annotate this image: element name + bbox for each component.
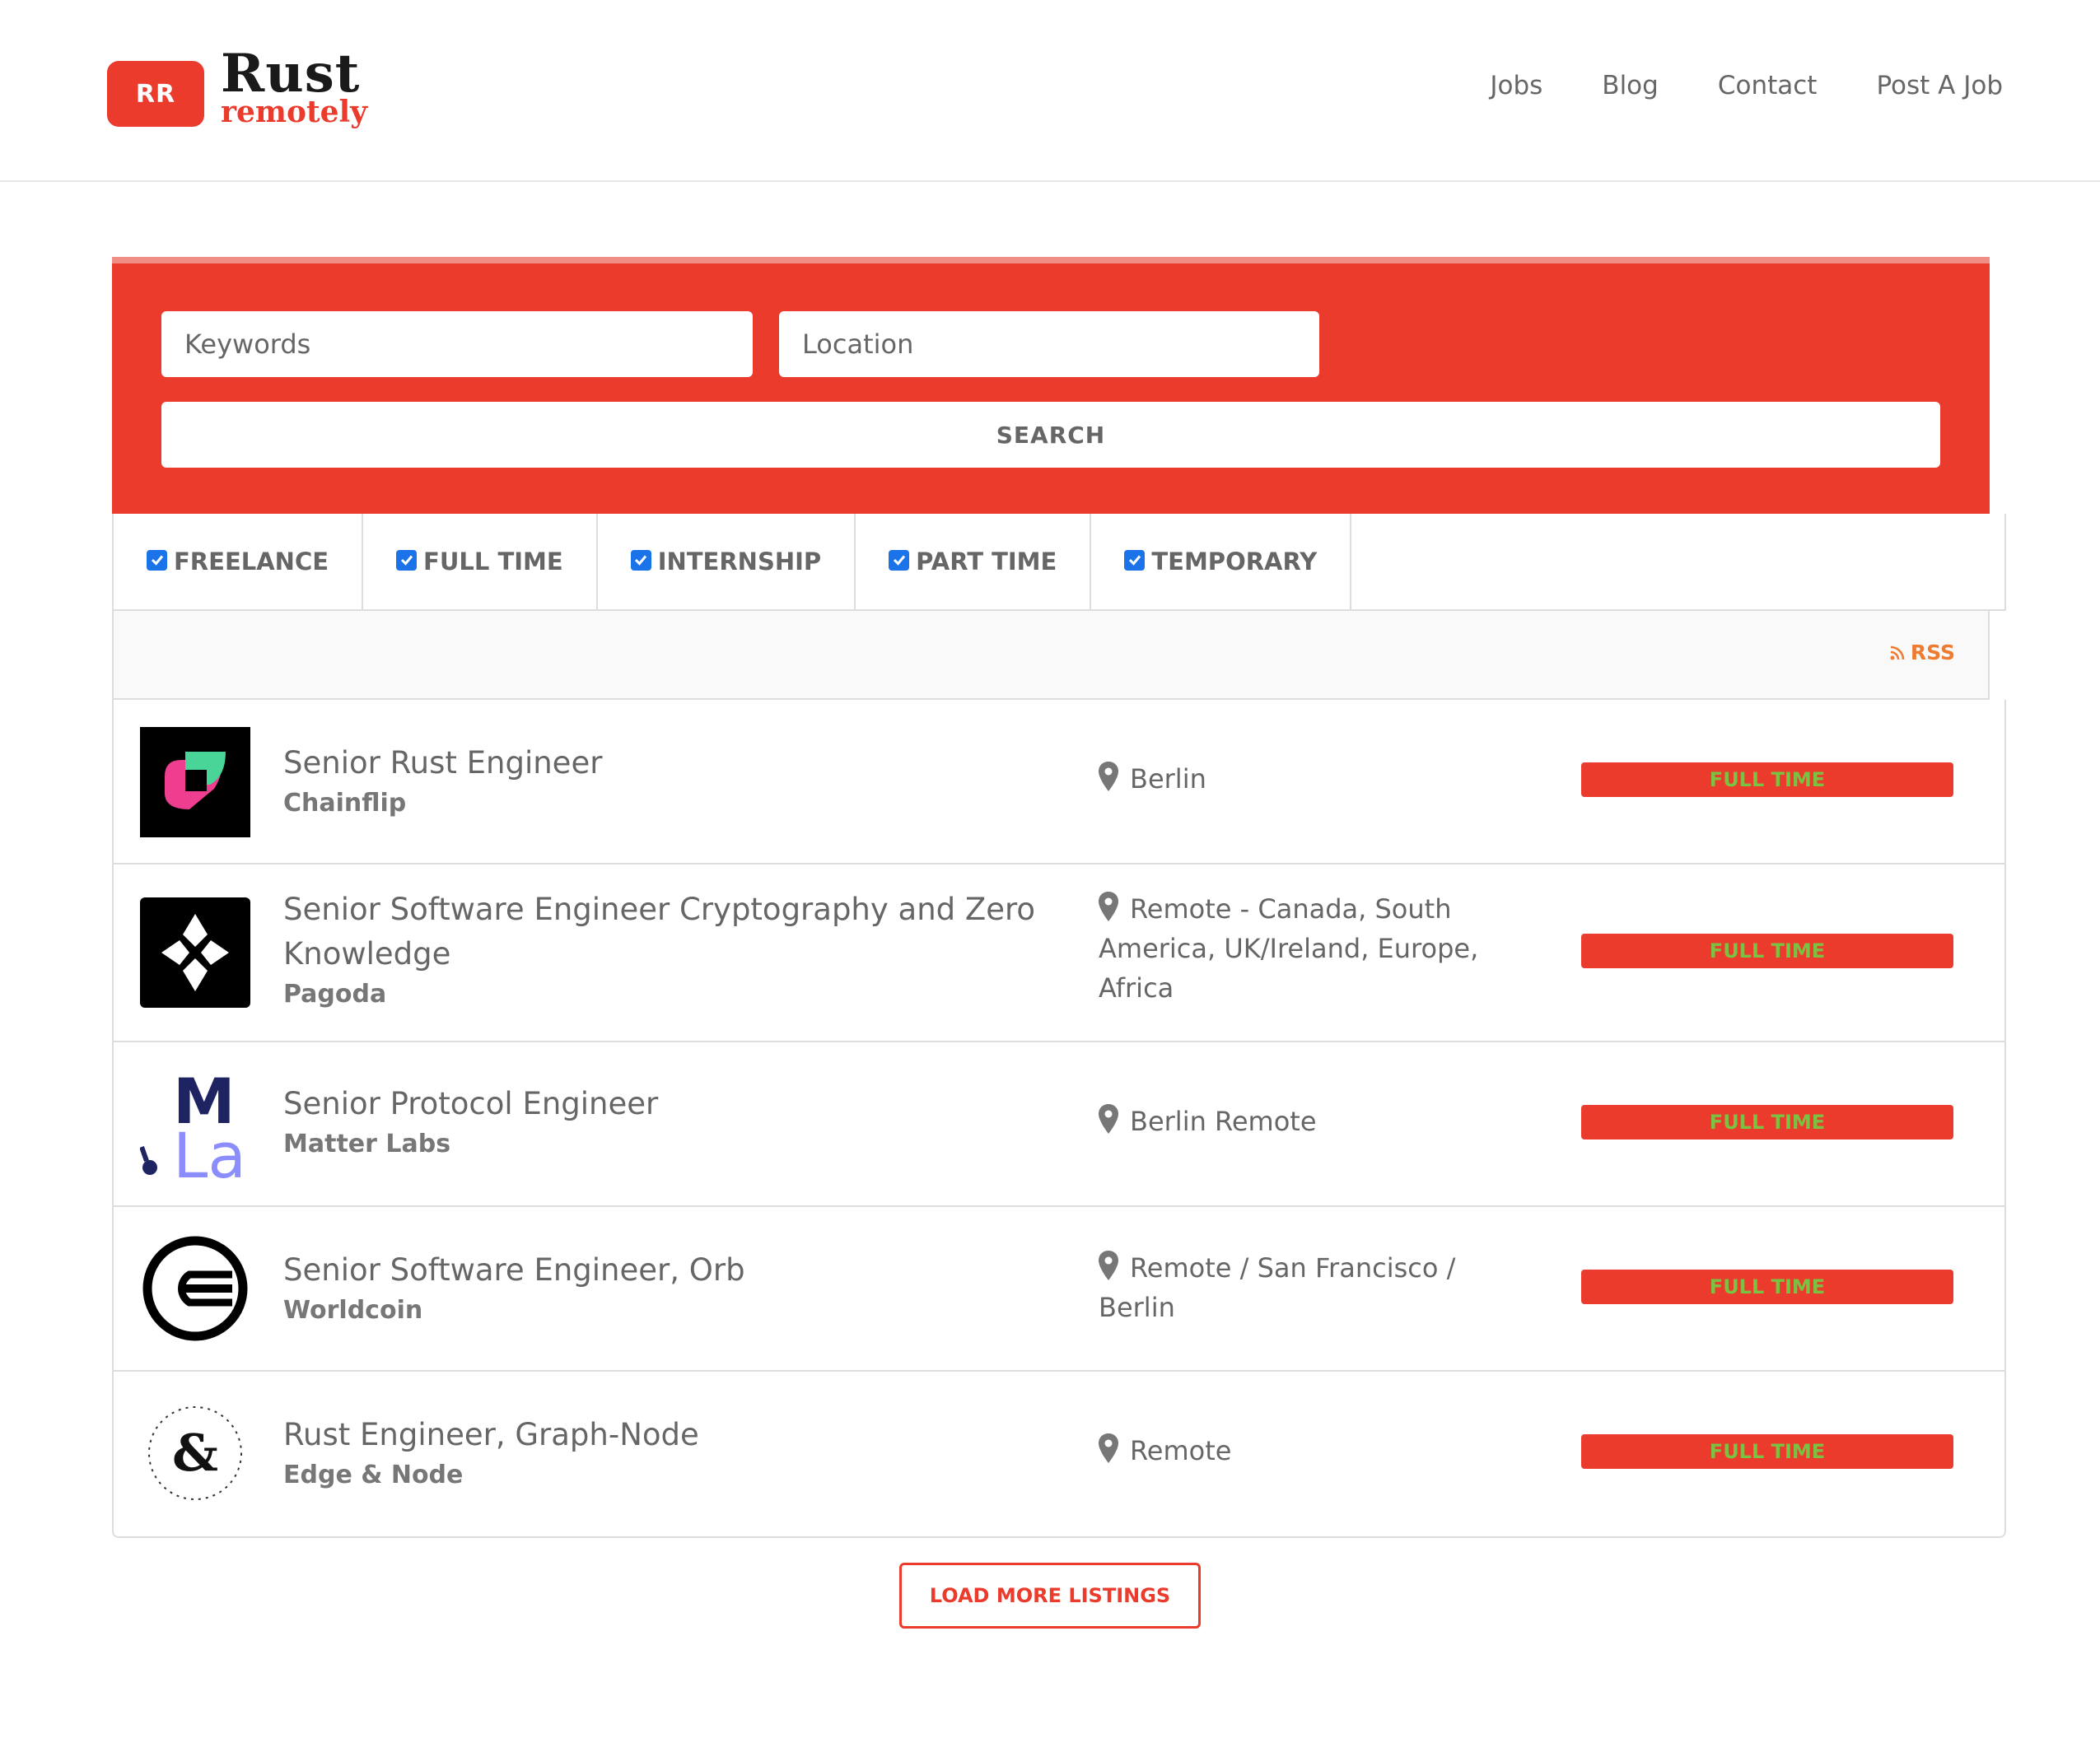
company-name: Chainflip: [283, 789, 407, 818]
filter-temporary[interactable]: TEMPORARY: [1091, 514, 1352, 609]
job-title[interactable]: Senior Software Engineer Cryptography an…: [283, 892, 1035, 972]
job-listing-row[interactable]: Senior Software Engineer, Orb Worldcoin …: [114, 1207, 2004, 1372]
location-text: Remote: [1130, 1435, 1232, 1466]
rss-link[interactable]: RSS: [1889, 641, 1955, 664]
job-title[interactable]: Senior Software Engineer, Orb: [283, 1252, 745, 1288]
job-listing-row[interactable]: & Rust Engineer, Graph-Node Edge & Node …: [114, 1372, 2004, 1536]
svg-text:&: &: [172, 1423, 218, 1483]
map-pin-icon: [1099, 762, 1118, 791]
job-location: Remote: [1099, 1431, 1510, 1470]
edge-and-node-logo-icon: &: [140, 1398, 250, 1508]
nav-contact[interactable]: Contact: [1718, 71, 1818, 100]
nav-blog[interactable]: Blog: [1602, 71, 1659, 100]
job-type-filters: FREELANCE FULL TIME INTERNSHIP PART TIME…: [112, 514, 2006, 611]
checkbox-checked-icon[interactable]: [889, 549, 910, 571]
job-type-badge: FULL TIME: [1581, 1105, 1953, 1139]
job-type-badge: FULL TIME: [1581, 1434, 1953, 1469]
search-panel: SEARCH: [112, 257, 1990, 514]
location-text: Remote - Canada, South America, UK/Irela…: [1099, 893, 1479, 1004]
matter-labs-logo-icon: M La: [140, 1069, 250, 1179]
map-pin-icon: [1099, 1433, 1118, 1463]
checkbox-checked-icon[interactable]: [630, 549, 651, 571]
filter-internship[interactable]: INTERNSHIP: [598, 514, 856, 609]
job-location: Remote - Canada, South America, UK/Irela…: [1099, 889, 1510, 1008]
map-pin-icon: [1099, 1104, 1118, 1134]
logo-badge: RR: [107, 61, 204, 127]
filter-label: FREELANCE: [174, 548, 329, 576]
filter-part-time[interactable]: PART TIME: [856, 514, 1092, 609]
job-type-badge: FULL TIME: [1581, 762, 1953, 797]
pagoda-logo-icon: [140, 897, 250, 1008]
filter-label: TEMPORARY: [1151, 548, 1318, 576]
job-location: Berlin: [1099, 759, 1510, 799]
site-header: RR Rust remotely Jobs Blog Contact Post …: [0, 0, 2100, 182]
keywords-input[interactable]: [161, 311, 753, 377]
company-name: Matter Labs: [283, 1130, 451, 1158]
rss-bar: RSS: [112, 611, 1990, 700]
rss-label: RSS: [1910, 641, 1955, 664]
company-name: Edge & Node: [283, 1461, 464, 1489]
main-nav: Jobs Blog Contact Post A Job: [1490, 71, 2003, 100]
filter-label: INTERNSHIP: [657, 548, 822, 576]
worldcoin-logo-icon: [140, 1233, 250, 1344]
location-input[interactable]: [779, 311, 1319, 377]
nav-post-a-job[interactable]: Post A Job: [1876, 71, 2003, 100]
company-name: Worldcoin: [283, 1296, 423, 1325]
job-listings: Senior Rust Engineer Chainflip Berlin FU…: [112, 700, 2006, 1538]
job-listing-row[interactable]: M La Senior Protocol Engineer Matter Lab…: [114, 1042, 2004, 1207]
job-type-badge: FULL TIME: [1581, 1270, 1953, 1304]
map-pin-icon: [1099, 892, 1118, 921]
job-type-badge: FULL TIME: [1581, 934, 1953, 968]
checkbox-checked-icon[interactable]: [1124, 549, 1146, 571]
filter-label: PART TIME: [916, 548, 1057, 576]
location-text: Berlin Remote: [1130, 1106, 1317, 1137]
job-location: Berlin Remote: [1099, 1102, 1510, 1141]
location-text: Remote / San Francisco / Berlin: [1099, 1252, 1456, 1323]
rss-icon: [1890, 645, 1905, 659]
chainflip-logo-icon: [140, 727, 250, 837]
job-title[interactable]: Rust Engineer, Graph-Node: [283, 1417, 699, 1452]
nav-jobs[interactable]: Jobs: [1490, 71, 1542, 100]
company-name: Pagoda: [283, 980, 387, 1009]
job-location: Remote / San Francisco / Berlin: [1099, 1248, 1510, 1327]
logo-tagline: remotely: [221, 95, 368, 129]
job-title[interactable]: Senior Rust Engineer: [283, 745, 602, 781]
site-logo[interactable]: RR Rust remotely: [107, 48, 404, 130]
filter-freelance[interactable]: FREELANCE: [114, 514, 364, 609]
checkbox-checked-icon[interactable]: [147, 549, 167, 571]
svg-text:La: La: [173, 1119, 246, 1179]
job-listing-row[interactable]: Senior Software Engineer Cryptography an…: [114, 865, 2004, 1042]
map-pin-icon: [1099, 1251, 1118, 1280]
logo-wordmark: Rust: [221, 43, 361, 105]
checkbox-checked-icon[interactable]: [396, 549, 418, 571]
job-title[interactable]: Senior Protocol Engineer: [283, 1086, 658, 1121]
search-button[interactable]: SEARCH: [161, 402, 1940, 468]
filter-full-time[interactable]: FULL TIME: [363, 514, 598, 609]
filter-label: FULL TIME: [423, 548, 563, 576]
load-more-button[interactable]: LOAD MORE LISTINGS: [899, 1563, 1201, 1629]
location-text: Berlin: [1130, 763, 1206, 795]
job-listing-row[interactable]: Senior Rust Engineer Chainflip Berlin FU…: [114, 700, 2004, 865]
